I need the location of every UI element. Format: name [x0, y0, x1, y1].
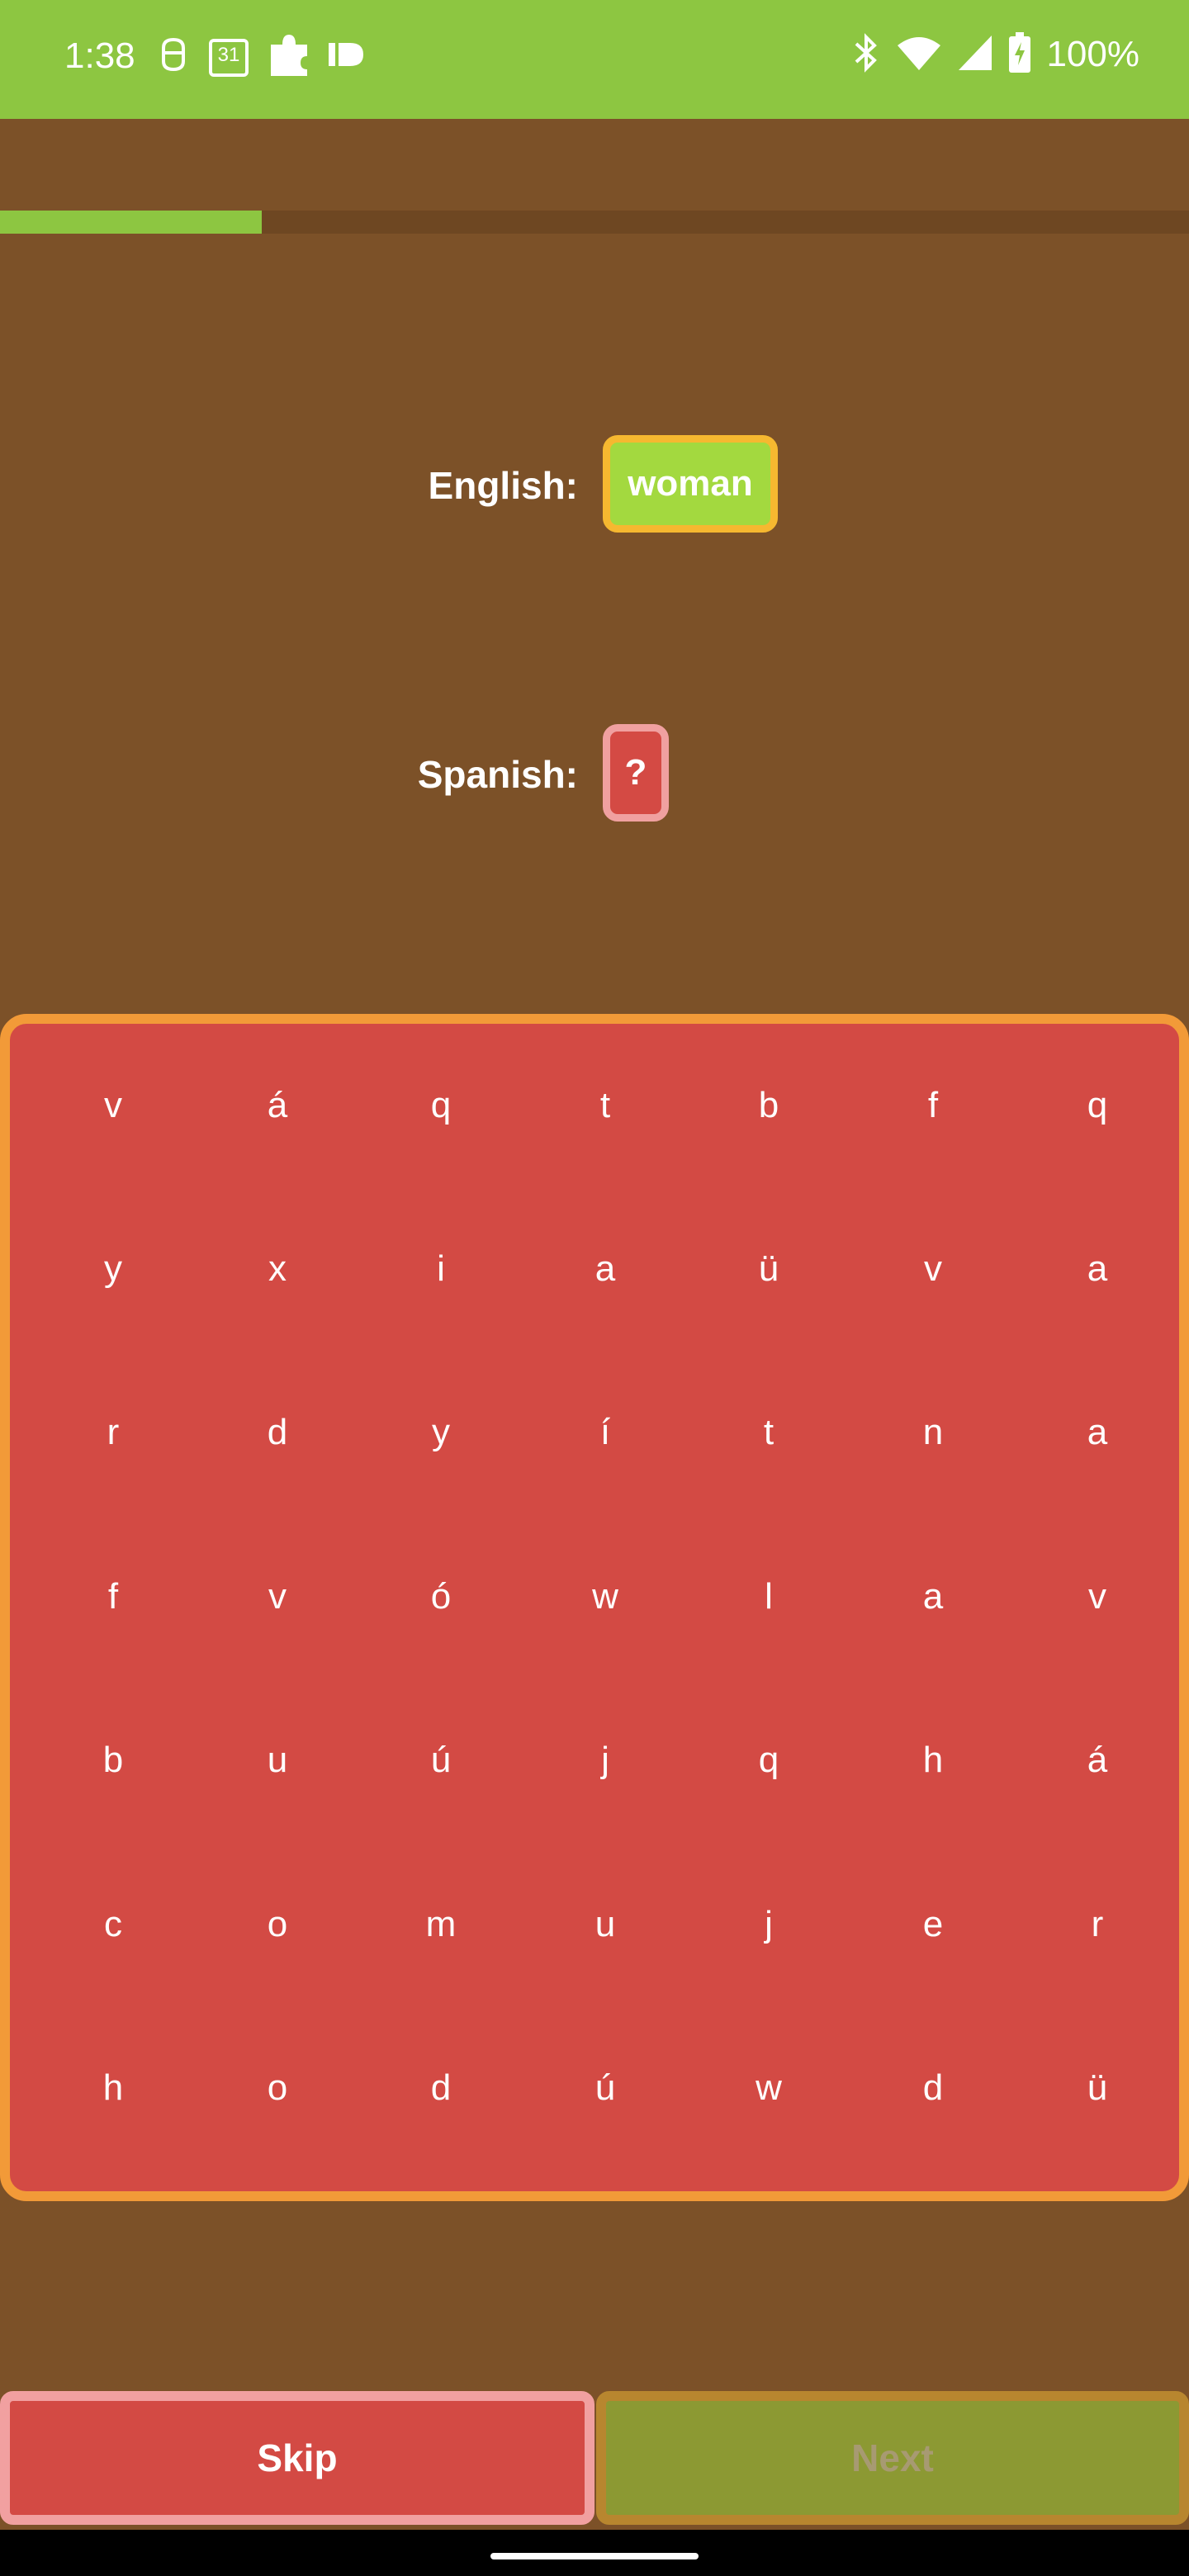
wifi-icon — [896, 34, 942, 76]
assistant-icon — [157, 36, 190, 77]
letter-tile[interactable]: i — [359, 1187, 523, 1351]
letter-tile[interactable]: b — [687, 1024, 850, 1187]
spanish-label: Spanish: — [417, 753, 578, 796]
grid-row: váqtbfq — [10, 1024, 1179, 1187]
letter-tile[interactable]: m — [359, 1843, 523, 2006]
grid-row: rdyítna — [10, 1351, 1179, 1514]
letter-tile[interactable]: v — [851, 1187, 1015, 1351]
letter-tile[interactable]: v — [1016, 1515, 1179, 1679]
progress-fill — [0, 211, 262, 234]
progress-bar — [0, 211, 1189, 234]
letter-tile[interactable]: x — [196, 1187, 359, 1351]
letter-tile[interactable]: q — [1016, 1024, 1179, 1187]
letter-tile[interactable]: u — [196, 1679, 359, 1842]
system-icons: 100% — [851, 31, 1139, 78]
letter-tile[interactable]: á — [196, 1024, 359, 1187]
letter-tile[interactable]: v — [31, 1024, 195, 1187]
letter-grid: váqtbfqyxiaüvardyítnafvówlavbuújqhácomuj… — [0, 1014, 1189, 2201]
puzzle-icon — [268, 31, 310, 82]
grid-row: buújqhá — [10, 1679, 1179, 1842]
letter-tile[interactable]: a — [1016, 1187, 1179, 1351]
grid-row: fvówlav — [10, 1515, 1179, 1679]
letter-tile[interactable]: í — [523, 1351, 687, 1514]
letter-tile[interactable]: ü — [1016, 2006, 1179, 2170]
letter-tile[interactable]: ú — [359, 1679, 523, 1842]
letter-tile[interactable]: á — [1016, 1679, 1179, 1842]
english-label: English: — [428, 464, 578, 507]
letter-tile[interactable]: d — [359, 2006, 523, 2170]
letter-tile[interactable]: ü — [687, 1187, 850, 1351]
letter-tile[interactable]: j — [687, 1843, 850, 2006]
letter-tile[interactable]: t — [523, 1024, 687, 1187]
letter-tile[interactable]: y — [31, 1187, 195, 1351]
letter-tile[interactable]: o — [196, 1843, 359, 2006]
letter-tile[interactable]: h — [851, 1679, 1015, 1842]
skip-button[interactable]: Skip — [0, 2391, 594, 2525]
letter-tile[interactable]: d — [851, 2006, 1015, 2170]
grid-row: yxiaüva — [10, 1187, 1179, 1351]
bluetooth-icon — [851, 32, 881, 78]
calendar-icon: 31 — [208, 36, 249, 78]
letter-tile[interactable]: y — [359, 1351, 523, 1514]
letter-tile[interactable]: f — [31, 1515, 195, 1679]
grid-row: comujer — [10, 1843, 1179, 2006]
letter-tile[interactable]: a — [523, 1187, 687, 1351]
letter-tile[interactable]: q — [687, 1679, 850, 1842]
home-handle[interactable] — [490, 2553, 699, 2559]
letter-tile[interactable]: t — [687, 1351, 850, 1514]
letter-tile[interactable]: f — [851, 1024, 1015, 1187]
letter-tile[interactable]: v — [196, 1515, 359, 1679]
letter-tile[interactable]: e — [851, 1843, 1015, 2006]
battery-icon — [1008, 31, 1031, 78]
letter-tile[interactable]: o — [196, 2006, 359, 2170]
letter-tile[interactable]: j — [523, 1679, 687, 1842]
letter-tile[interactable]: r — [1016, 1843, 1179, 2006]
english-word: woman — [603, 435, 778, 533]
calendar-day: 31 — [217, 43, 240, 66]
next-button[interactable]: Next — [596, 2391, 1189, 2525]
letter-tile[interactable]: u — [523, 1843, 687, 2006]
spanish-answer[interactable]: ? — [603, 724, 669, 822]
letter-tile[interactable]: n — [851, 1351, 1015, 1514]
letter-tile[interactable]: ó — [359, 1515, 523, 1679]
letter-tile[interactable]: c — [31, 1843, 195, 2006]
status-bar: 1:38 31 100% — [0, 0, 1189, 119]
grid-row: hodúwdü — [10, 2006, 1179, 2170]
status-time: 1:38 — [64, 36, 135, 76]
cell-signal-icon — [957, 34, 993, 76]
letter-tile[interactable]: w — [687, 2006, 850, 2170]
letter-tile[interactable]: a — [1016, 1351, 1179, 1514]
letter-tile[interactable]: r — [31, 1351, 195, 1514]
notification-icons: 31 — [157, 31, 365, 82]
battery-percentage: 100% — [1046, 34, 1139, 74]
letter-tile[interactable]: h — [31, 2006, 195, 2170]
letter-tile[interactable]: d — [196, 1351, 359, 1514]
letter-tile[interactable]: b — [31, 1679, 195, 1842]
letter-tile[interactable]: ú — [523, 2006, 687, 2170]
letter-tile[interactable]: l — [687, 1515, 850, 1679]
letter-tile[interactable]: w — [523, 1515, 687, 1679]
id-icon — [329, 41, 365, 72]
letter-tile[interactable]: q — [359, 1024, 523, 1187]
letter-tile[interactable]: a — [851, 1515, 1015, 1679]
